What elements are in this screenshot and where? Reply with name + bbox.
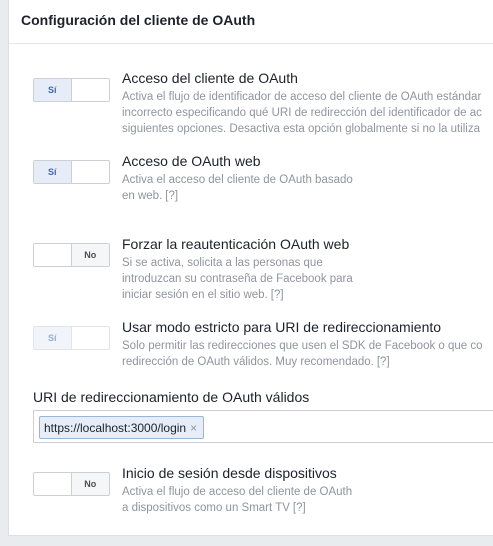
- toggle-yes-label: Sí: [34, 327, 72, 349]
- setting-description-line: incorrecto especificando qué URI de redi…: [122, 107, 482, 119]
- setting-description-line: Solo permitir las redirecciones que usen…: [122, 340, 483, 352]
- setting-title: Acceso del cliente de OAuth: [122, 70, 298, 86]
- setting-title: Acceso de OAuth web: [122, 153, 261, 169]
- setting-title: Inicio de sesión desde dispositivos: [122, 465, 337, 481]
- panel-header: Configuración del cliente de OAuth: [9, 0, 493, 44]
- toggle-yes-label: Sí: [34, 161, 72, 183]
- redirect-uris-input[interactable]: https://localhost:3000/login ×: [33, 410, 493, 443]
- strict-redirect-mode-toggle[interactable]: Sí: [33, 326, 110, 350]
- toggle-yes-label: Sí: [34, 79, 72, 101]
- force-web-reauth-toggle[interactable]: No: [33, 243, 110, 267]
- client-oauth-login-toggle[interactable]: Sí: [33, 78, 110, 102]
- setting-description-line: Si se activa, solicita a las personas qu…: [122, 257, 323, 269]
- setting-description-line: en web.: [122, 190, 163, 202]
- help-link[interactable]: [?]: [165, 190, 178, 202]
- toggle-no-label: No: [71, 244, 109, 266]
- toggle-blank: [34, 244, 72, 266]
- setting-description: Activa el flujo de identificador de acce…: [122, 89, 493, 137]
- redirect-uri-token-text: https://localhost:3000/login: [44, 420, 187, 435]
- setting-title: Usar modo estricto para URI de redirecci…: [122, 319, 442, 335]
- web-oauth-login-toggle[interactable]: Sí: [33, 160, 110, 184]
- redirect-uris-label: URI de redireccionamiento de OAuth válid…: [33, 389, 310, 405]
- toggle-no-label: No: [71, 473, 109, 495]
- oauth-settings-panel: Configuración del cliente de OAuth Sí Ac…: [8, 0, 493, 536]
- device-login-toggle[interactable]: No: [33, 472, 110, 496]
- toggle-blank: [71, 79, 109, 101]
- setting-description-line: siguientes opciones. Desactiva esta opci…: [122, 123, 480, 135]
- help-link[interactable]: [?]: [377, 356, 390, 368]
- panel-title: Configuración del cliente de OAuth: [21, 12, 256, 28]
- setting-description: Activa el acceso del cliente de OAuth ba…: [122, 172, 493, 204]
- close-icon[interactable]: ×: [190, 421, 197, 435]
- setting-description-line: iniciar sesión en el sitio web.: [122, 289, 268, 301]
- setting-description: Activa el flujo de acceso del cliente de…: [122, 484, 493, 516]
- setting-description-line: redirección de OAuth válidos. Muy recome…: [122, 356, 374, 368]
- toggle-blank: [34, 473, 72, 495]
- setting-description-line: Activa el flujo de acceso del cliente de…: [122, 486, 353, 498]
- setting-description: Si se activa, solicita a las personas qu…: [122, 255, 493, 303]
- setting-description-line: Activa el flujo de identificador de acce…: [122, 91, 482, 103]
- setting-description-line: introduzcan su contraseña de Facebook pa…: [122, 273, 353, 285]
- help-link[interactable]: [?]: [293, 502, 306, 514]
- setting-description-line: a dispositivos como un Smart TV: [122, 502, 290, 514]
- help-link[interactable]: [?]: [271, 289, 284, 301]
- redirect-uri-token[interactable]: https://localhost:3000/login ×: [39, 416, 205, 439]
- toggle-blank: [71, 327, 109, 349]
- setting-description: Solo permitir las redirecciones que usen…: [122, 338, 493, 370]
- toggle-blank: [71, 161, 109, 183]
- setting-description-line: Activa el acceso del cliente de OAuth ba…: [122, 174, 353, 186]
- setting-title: Forzar la reautenticación OAuth web: [122, 236, 350, 252]
